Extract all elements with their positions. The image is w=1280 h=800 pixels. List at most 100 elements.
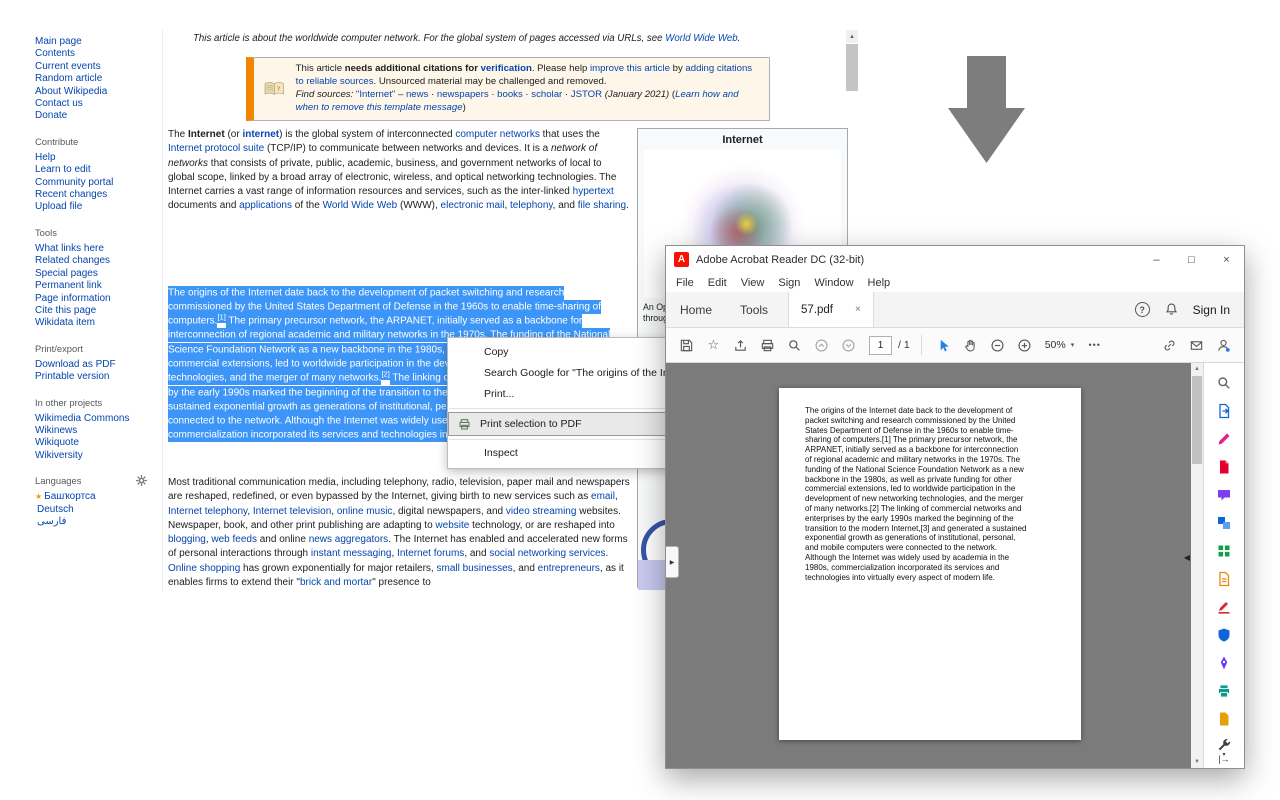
language-link[interactable]: Deutsch (35, 504, 157, 516)
wiki-link[interactable]: electronic mail (441, 200, 505, 211)
minimize-button[interactable]: – (1139, 246, 1174, 273)
wiki-link[interactable]: Internet forums (397, 548, 464, 559)
expand-left-panel-button[interactable]: ▶ (666, 546, 679, 578)
custom-tool-button[interactable] (1206, 705, 1242, 733)
wiki-link[interactable]: blogging (168, 534, 206, 545)
menu-bar-item[interactable]: Sign (771, 277, 807, 289)
wiki-link[interactable]: telephony (510, 200, 553, 211)
wiki-link[interactable]: World Wide Web (665, 33, 737, 44)
wiki-link[interactable]: JSTOR (571, 89, 602, 100)
wiki-link[interactable]: website (435, 520, 469, 531)
wiki-link[interactable]: online music (337, 506, 393, 517)
sidebar-link[interactable]: Wikiversity (35, 450, 157, 462)
menu-bar-item[interactable]: Edit (701, 277, 734, 289)
sidebar-link[interactable]: Related changes (35, 255, 157, 267)
search-tools-button[interactable] (1206, 369, 1242, 397)
scroll-down-button[interactable]: ▼ (1191, 756, 1203, 768)
save-button[interactable] (674, 333, 699, 358)
browser-scrollbar[interactable]: ▲ (846, 30, 858, 91)
menu-item-print[interactable]: Print... (448, 384, 692, 405)
scrollbar-thumb[interactable] (1192, 376, 1202, 464)
wiki-link[interactable]: entrepreneurs (538, 563, 600, 574)
wiki-link[interactable]: improve this article (590, 63, 670, 74)
page-number-input[interactable]: 1 (869, 335, 892, 355)
collapse-right-panel-button[interactable]: ◀ (1184, 553, 1190, 562)
sidebar-link[interactable]: Wikimedia Commons (35, 413, 157, 425)
print-production-button[interactable] (1206, 677, 1242, 705)
hand-tool-button[interactable] (958, 333, 983, 358)
wiki-link[interactable]: Internet television (253, 506, 331, 517)
sidebar-link[interactable]: Donate (35, 110, 157, 122)
edit-pdf-button[interactable] (1206, 425, 1242, 453)
wiki-link[interactable]: web feeds (211, 534, 257, 545)
sidebar-link[interactable]: Current events (35, 61, 157, 73)
menu-item-inspect[interactable]: Inspect (448, 443, 692, 464)
wiki-link[interactable]: computer networks (455, 129, 539, 140)
wiki-link[interactable]: Online shopping (168, 563, 240, 574)
sidebar-link[interactable]: Main page (35, 36, 157, 48)
wiki-link[interactable]: books (497, 89, 523, 100)
wiki-link[interactable]: video streaming (506, 506, 577, 517)
tab-close-icon[interactable]: × (855, 304, 861, 315)
menu-bar-item[interactable]: Help (861, 277, 898, 289)
email-button[interactable] (1184, 333, 1209, 358)
sidebar-link[interactable]: Printable version (35, 371, 157, 383)
close-button[interactable]: × (1209, 246, 1244, 273)
wiki-link[interactable]: Internet protocol suite (168, 143, 264, 154)
tab-document[interactable]: 57.pdf × (788, 292, 874, 327)
sidebar-link[interactable]: Special pages (35, 268, 157, 280)
sidebar-link[interactable]: Contents (35, 48, 157, 60)
zoom-level-dropdown[interactable]: 50% ▾ (1045, 339, 1075, 351)
create-pdf-button[interactable] (1206, 453, 1242, 481)
tab-tools[interactable]: Tools (726, 292, 782, 327)
sidebar-link[interactable]: Download as PDF (35, 359, 157, 371)
sidebar-link[interactable]: Wikidata item (35, 317, 157, 329)
share-link-button[interactable] (1157, 333, 1182, 358)
fill-sign-button[interactable] (1206, 649, 1242, 677)
sidebar-link[interactable]: What links here (35, 243, 157, 255)
scroll-up-button[interactable]: ▲ (1191, 363, 1203, 375)
wiki-link[interactable]: "Internet" (356, 89, 395, 100)
wiki-link[interactable]: brick and mortar (300, 577, 372, 588)
maximize-button[interactable]: □ (1174, 246, 1209, 273)
wiki-link[interactable]: newspapers (437, 89, 489, 100)
wiki-link[interactable]: internet (242, 129, 279, 140)
gear-icon[interactable] (136, 475, 147, 487)
share-file-button[interactable] (728, 333, 753, 358)
tab-home[interactable]: Home (666, 292, 726, 327)
combine-files-button[interactable] (1206, 509, 1242, 537)
wiki-link[interactable]: hypertext (573, 186, 614, 197)
wiki-link[interactable]: World Wide Web (323, 200, 398, 211)
wiki-link[interactable]: instant messaging (311, 548, 392, 559)
menu-item-print-selection-to-pdf[interactable]: Print selection to PDF (448, 412, 692, 436)
open-tools-panel-button[interactable]: |→ (1204, 754, 1244, 764)
language-link[interactable]: فارسی (35, 516, 157, 528)
wiki-link[interactable]: news (406, 89, 428, 100)
favorites-star-button[interactable]: ☆ (701, 333, 726, 358)
account-button[interactable] (1211, 333, 1236, 358)
previous-page-button[interactable] (809, 333, 834, 358)
wiki-link[interactable]: file sharing (578, 200, 626, 211)
next-page-button[interactable] (836, 333, 861, 358)
print-button[interactable] (755, 333, 780, 358)
sidebar-link[interactable]: Permanent link (35, 280, 157, 292)
sidebar-link[interactable]: Community portal (35, 177, 157, 189)
help-icon[interactable]: ? (1134, 302, 1150, 317)
sidebar-link[interactable]: About Wikipedia (35, 86, 157, 98)
sidebar-link[interactable]: Help (35, 152, 157, 164)
wiki-link[interactable]: email (591, 491, 615, 502)
sidebar-link[interactable]: Page information (35, 293, 157, 305)
sidebar-link[interactable]: Learn to edit (35, 164, 157, 176)
select-tool-button[interactable] (931, 333, 956, 358)
sidebar-link[interactable]: Contact us (35, 98, 157, 110)
scroll-up-icon[interactable]: ▲ (846, 30, 858, 43)
find-button[interactable] (782, 333, 807, 358)
wiki-link[interactable]: Internet telephony (168, 506, 247, 517)
menu-bar-item[interactable]: View (734, 277, 772, 289)
wiki-link[interactable]: social networking services (489, 548, 605, 559)
wiki-link[interactable]: applications (239, 200, 292, 211)
bell-icon[interactable] (1164, 302, 1179, 317)
language-link[interactable]: ★ Башҡортса (35, 491, 157, 503)
menu-item-copy[interactable]: Copy (448, 342, 692, 363)
menu-item-search-google[interactable]: Search Google for "The origins of the In… (448, 363, 692, 384)
